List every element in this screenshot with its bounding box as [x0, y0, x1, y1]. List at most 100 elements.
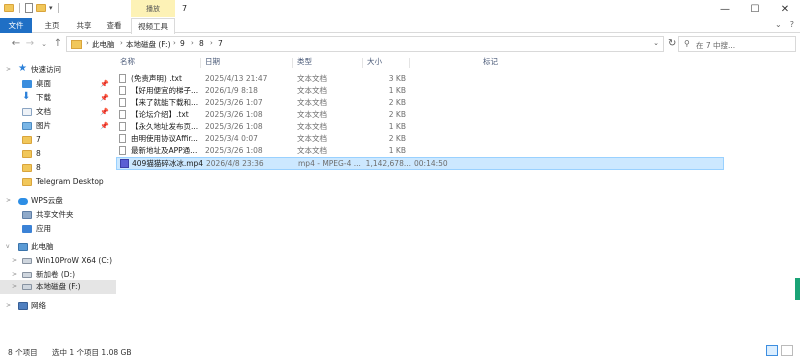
folder-icon: [22, 178, 32, 186]
context-tab-label: 播放: [146, 5, 160, 13]
expand-chevron-icon[interactable]: >: [12, 280, 17, 294]
breadcrumb-this-pc[interactable]: 此电脑: [92, 39, 115, 50]
search-box[interactable]: ⚲ 在 7 中搜...: [678, 36, 796, 52]
file-size: 2 KB: [388, 110, 406, 119]
sidebar-item-folder-8b[interactable]: 8: [0, 161, 116, 175]
breadcrumb-separator[interactable]: ›: [191, 39, 194, 47]
item-count: 8 个项目: [8, 348, 38, 357]
expand-chevron-icon[interactable]: >: [6, 63, 11, 77]
qat-dropdown-icon[interactable]: ▾: [49, 4, 53, 12]
sidebar-item-network[interactable]: > 网络: [0, 299, 116, 313]
drive-icon: [22, 258, 32, 264]
maximize-button[interactable]: ☐: [740, 0, 770, 18]
tab-file[interactable]: 文件: [0, 18, 32, 33]
search-icon: ⚲: [684, 39, 690, 48]
column-header-name[interactable]: 名称: [120, 56, 135, 70]
tab-video-tools[interactable]: 视频工具: [131, 18, 175, 34]
status-bar: 8 个项目 选中 1 个项目 1.08 GB: [0, 340, 800, 362]
sidebar-item-label: 桌面: [36, 79, 51, 88]
column-divider[interactable]: [292, 58, 293, 68]
file-row[interactable]: 【好用便宜的梯子... 2026/1/9 8:18 文本文档 1 KB: [116, 85, 724, 96]
column-divider[interactable]: [362, 58, 363, 68]
new-folder-icon[interactable]: [36, 4, 46, 12]
address-bar[interactable]: › 此电脑 › 本地磁盘 (F:) › 9 › 8 › 7 ⌄: [66, 36, 664, 52]
sidebar-item-shared-folder[interactable]: 共享文件夹: [0, 208, 116, 222]
sidebar-item-downloads[interactable]: ⬇ 下载 📌: [0, 91, 116, 105]
sidebar-item-drive-c[interactable]: > Win10ProW X64 (C:): [0, 254, 116, 268]
text-file-icon: [119, 110, 126, 119]
sidebar-item-quick-access[interactable]: > ★ 快速访问: [0, 63, 116, 77]
sidebar-item-folder-8[interactable]: 8: [0, 147, 116, 161]
scroll-edge-indicator: [795, 278, 800, 300]
large-icons-view-button[interactable]: [781, 345, 793, 356]
column-header-tags[interactable]: 标记: [483, 56, 498, 70]
forward-button[interactable]: →: [24, 37, 36, 51]
file-date: 2025/3/26 1:08: [205, 122, 263, 131]
sidebar-item-apps[interactable]: 应用: [0, 222, 116, 236]
expand-chevron-icon[interactable]: v: [6, 240, 10, 254]
column-header-type[interactable]: 类型: [297, 56, 312, 70]
column-divider[interactable]: [200, 58, 201, 68]
expand-chevron-icon[interactable]: >: [6, 299, 11, 313]
qat-separator: [19, 3, 20, 13]
file-type: 文本文档: [297, 110, 327, 119]
column-header-date[interactable]: 日期: [205, 56, 220, 70]
sidebar-item-pictures[interactable]: 图片 📌: [0, 119, 116, 133]
file-row-selected[interactable]: 409猫猫碎冰冰.mp4 2026/4/8 23:36 mp4 - MPEG-4…: [116, 157, 724, 170]
file-list: 名称 日期 类型 大小 标记 (免责声明) .txt 2025/4/13 21:…: [116, 56, 800, 338]
tab-view[interactable]: 查看: [100, 18, 128, 33]
sidebar-item-this-pc[interactable]: v 此电脑: [0, 240, 116, 254]
column-header-size[interactable]: 大小: [367, 56, 382, 70]
breadcrumb-separator[interactable]: ›: [86, 39, 89, 47]
folder-icon: [4, 4, 14, 12]
sidebar-item-documents[interactable]: 文档 📌: [0, 105, 116, 119]
file-type: 文本文档: [297, 122, 327, 131]
file-date: 2025/3/26 1:08: [205, 146, 263, 155]
breadcrumb-drive-f[interactable]: 本地磁盘 (F:): [126, 39, 171, 50]
details-view-button[interactable]: [766, 345, 778, 356]
breadcrumb-folder-8[interactable]: 8: [199, 39, 204, 48]
expand-chevron-icon[interactable]: >: [6, 194, 11, 208]
file-row[interactable]: (免责声明) .txt 2025/4/13 21:47 文本文档 3 KB: [116, 73, 724, 84]
tab-home[interactable]: 主页: [38, 18, 66, 33]
sidebar-item-telegram-desktop[interactable]: Telegram Desktop: [0, 175, 116, 189]
up-button[interactable]: ↑: [52, 37, 64, 51]
selection-info: 选中 1 个项目 1.08 GB: [52, 348, 132, 357]
file-name: 最新地址及APP通...: [131, 146, 198, 155]
star-icon: ★: [18, 63, 27, 74]
apps-icon: [22, 225, 32, 233]
refresh-button[interactable]: ↻: [668, 38, 676, 49]
breadcrumb-folder-9[interactable]: 9: [180, 39, 185, 48]
sidebar-item-desktop[interactable]: 桌面 📌: [0, 77, 116, 91]
tab-share[interactable]: 共享: [70, 18, 98, 33]
file-row[interactable]: 【论坛介绍】.txt 2025/3/26 1:08 文本文档 2 KB: [116, 109, 724, 120]
sidebar-item-drive-f[interactable]: > 本地磁盘 (F:): [0, 280, 116, 294]
sidebar-item-folder-7[interactable]: 7: [0, 133, 116, 147]
download-icon: ⬇: [22, 91, 31, 102]
file-row[interactable]: 最新地址及APP通... 2025/3/26 1:08 文本文档 1 KB: [116, 145, 724, 156]
minimize-button[interactable]: —: [710, 0, 740, 18]
column-divider[interactable]: [409, 58, 410, 68]
file-row[interactable]: 【永久地址发布页... 2025/3/26 1:08 文本文档 1 KB: [116, 121, 724, 132]
help-icon[interactable]: ?: [790, 20, 794, 29]
recent-locations-button[interactable]: ⌄: [38, 37, 50, 51]
close-button[interactable]: ✕: [770, 0, 800, 18]
file-row[interactable]: 【来了就能下载和... 2025/3/26 1:07 文本文档 2 KB: [116, 97, 724, 108]
file-size: 1 KB: [388, 146, 406, 155]
back-button[interactable]: ←: [10, 37, 22, 51]
breadcrumb-folder-7[interactable]: 7: [218, 39, 223, 48]
ribbon-collapse-icon[interactable]: ⌄: [775, 20, 782, 29]
drive-icon: [22, 284, 32, 290]
properties-icon[interactable]: [25, 3, 33, 13]
folder-icon: [22, 164, 32, 172]
expand-chevron-icon[interactable]: >: [12, 254, 17, 268]
sidebar-item-wps-cloud[interactable]: > WPS云盘: [0, 194, 116, 208]
file-name: 【永久地址发布页...: [131, 122, 199, 131]
breadcrumb-separator[interactable]: ›: [173, 39, 176, 47]
breadcrumb-separator[interactable]: ›: [210, 39, 213, 47]
address-dropdown-icon[interactable]: ⌄: [653, 39, 659, 47]
file-row[interactable]: 由明使用协议Affir... 2025/3/4 0:07 文本文档 2 KB: [116, 133, 724, 144]
quick-access-toolbar: ▾: [4, 3, 61, 13]
title-bar: ▾ 播放 7 — ☐ ✕: [0, 0, 800, 18]
breadcrumb-separator[interactable]: ›: [120, 39, 123, 47]
